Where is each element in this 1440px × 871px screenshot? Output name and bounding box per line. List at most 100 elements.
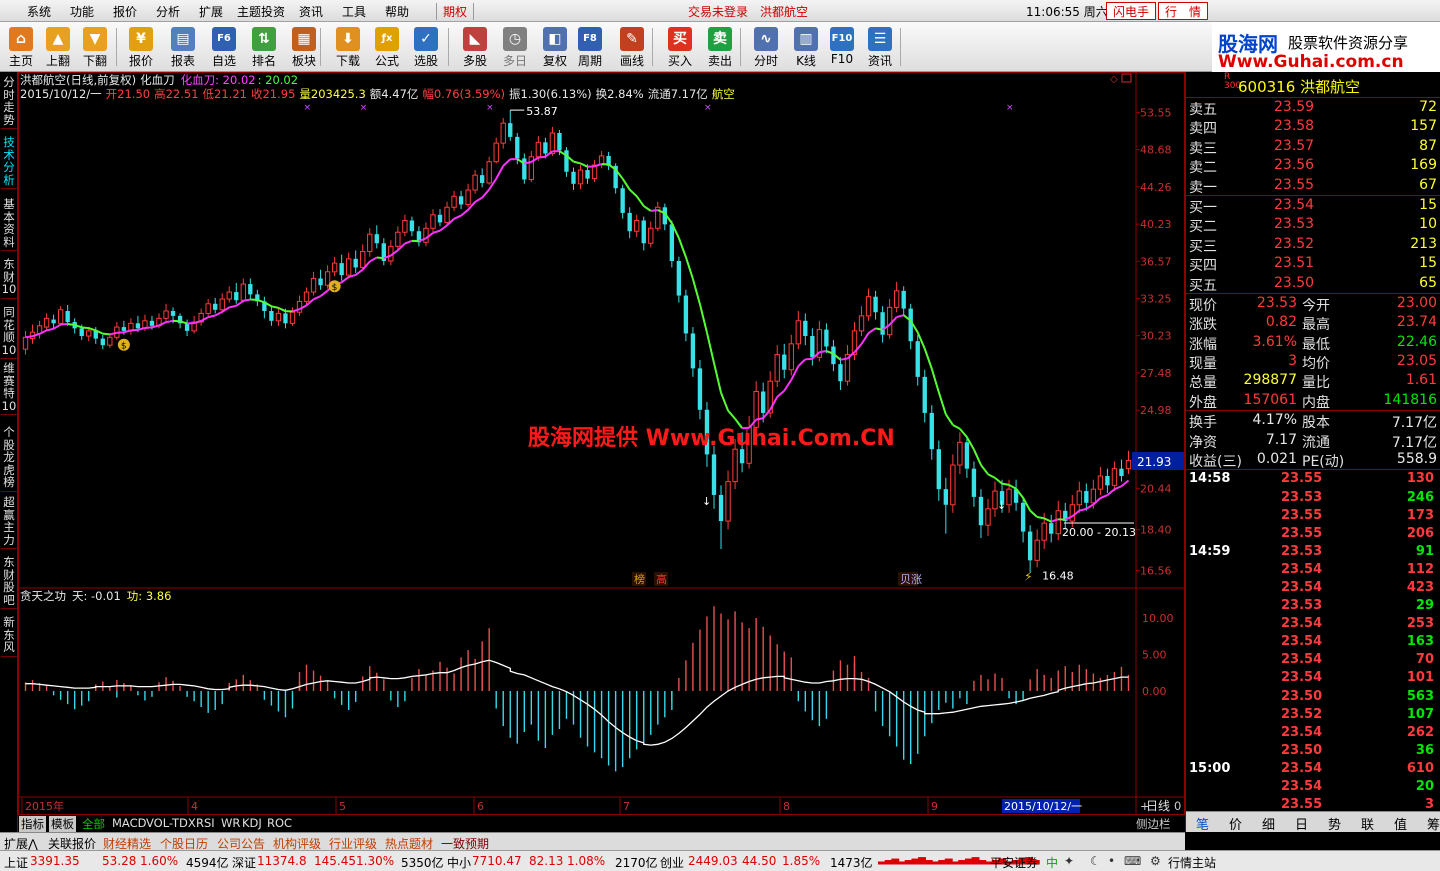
toolbar-multi-day-button[interactable]: ◷ 多日 <box>495 25 535 69</box>
ask-row[interactable]: 卖二 23.56 169 <box>1186 156 1440 176</box>
tick-row[interactable]: 23.54 112 <box>1186 561 1440 579</box>
menu-tools[interactable]: 工具 <box>342 3 366 20</box>
toolbar-sell-button[interactable]: 卖卖出 <box>700 25 740 69</box>
quote-tab-0[interactable]: 笔 <box>1196 814 1209 833</box>
quote-tab-3[interactable]: 日 <box>1295 814 1308 833</box>
menu-extend[interactable]: 扩展 <box>199 3 223 20</box>
tick-row[interactable]: 23.55 206 <box>1186 525 1440 543</box>
tab-kdj[interactable]: KDJ <box>240 816 264 830</box>
toolbar-news-button[interactable]: ☰ 资讯 <box>860 25 900 69</box>
left-tab-3[interactable]: 东财10 <box>1 258 17 299</box>
toolbar-multi-stock-button[interactable]: ◣ 多股 <box>455 25 495 69</box>
tick-row[interactable]: 23.54 423 <box>1186 579 1440 597</box>
bid-row[interactable]: 买一 23.54 15 <box>1186 196 1440 216</box>
tab-wr[interactable]: WR <box>219 816 242 830</box>
flash-trade-button[interactable]: 闪电手 <box>1106 2 1157 20</box>
tab-indicator[interactable]: 指标 <box>19 816 46 832</box>
tab-vol-tdx[interactable]: VOL-TDX <box>144 816 198 830</box>
toolbar-f6-button[interactable]: F6 自选 <box>204 25 244 69</box>
quote-tab-1[interactable]: 价 <box>1229 814 1242 833</box>
tick-row[interactable]: 14:59 23.53 91 <box>1186 543 1440 561</box>
tab-all[interactable]: 全部 <box>80 816 107 832</box>
toolbar-adjust-button[interactable]: ◧ 复权 <box>535 25 575 69</box>
left-tab-1[interactable]: 技术分析 <box>1 136 17 189</box>
menu-futures[interactable]: 期权 <box>436 3 475 20</box>
bid-row[interactable]: 买四 23.51 15 <box>1186 254 1440 274</box>
menu-analysis[interactable]: 分析 <box>156 3 180 20</box>
input-method-icon[interactable]: 中 <box>1046 854 1058 871</box>
settings-icon[interactable]: ⚙ <box>1150 854 1161 868</box>
tick-row[interactable]: 23.50 563 <box>1186 688 1440 706</box>
left-tab-4[interactable]: 同花顺10 <box>1 306 17 359</box>
menu-help[interactable]: 帮助 <box>385 3 409 20</box>
tab-rsi[interactable]: RSI <box>194 816 217 830</box>
toolbar-home-button[interactable]: ⌂ 主页 <box>1 25 41 69</box>
quote-tab-4[interactable]: 势 <box>1328 814 1341 833</box>
left-tab-6[interactable]: 个股龙虎榜 <box>1 426 17 492</box>
zoom-reset-button[interactable]: 0 <box>1172 799 1183 813</box>
left-tab-2[interactable]: 基本资料 <box>1 198 17 251</box>
quote-tab-6[interactable]: 值 <box>1394 814 1407 833</box>
diamond-icon[interactable]: ◇ <box>1110 74 1118 85</box>
toolbar-stock-pick-button[interactable]: ✓ 选股 <box>406 25 446 69</box>
ask-row[interactable]: 卖三 23.57 87 <box>1186 137 1440 157</box>
toolbar-download-button[interactable]: ⬇ 下载 <box>328 25 368 69</box>
tick-row[interactable]: 23.53 246 <box>1186 489 1440 507</box>
tick-row[interactable]: 14:58 23.55 130 <box>1186 470 1440 488</box>
toolbar-intraday-button[interactable]: ∿ 分时 <box>746 25 786 69</box>
quote-tab-5[interactable]: 联 <box>1361 814 1374 833</box>
toolbar-ranking-button[interactable]: ⇅ 排名 <box>244 25 284 69</box>
quote-button[interactable]: 行 情 <box>1158 2 1209 20</box>
menu-theme-invest[interactable]: 主题投资 <box>237 3 285 20</box>
ask-row[interactable]: 卖五 23.59 72 <box>1186 98 1440 118</box>
bid-row[interactable]: 买二 23.53 10 <box>1186 215 1440 235</box>
tab-macd[interactable]: MACD <box>110 816 148 830</box>
toolbar-f8-button[interactable]: F8 周期 <box>570 25 610 69</box>
tick-row[interactable]: 23.54 101 <box>1186 669 1440 687</box>
sidebar-toggle[interactable]: 侧边栏 <box>1134 816 1173 832</box>
ask-row[interactable]: 卖一 23.55 67 <box>1186 176 1440 196</box>
menu-function[interactable]: 功能 <box>70 3 94 20</box>
toolbar-draw-line-button[interactable]: ✎ 画线 <box>612 25 652 69</box>
tab-template[interactable]: 模板 <box>49 816 76 832</box>
tick-row[interactable]: 23.52 107 <box>1186 706 1440 724</box>
zoom-out-button[interactable]: - <box>1156 799 1164 813</box>
toolbar-kline-button[interactable]: ▥ K线 <box>786 25 826 69</box>
tick-row[interactable]: 23.54 20 <box>1186 778 1440 796</box>
quote-tab-7[interactable]: 筹 <box>1427 814 1440 833</box>
toolbar-f10-button[interactable]: F10 F10 <box>822 25 862 69</box>
left-tab-0[interactable]: 分时走势 <box>1 76 17 129</box>
tick-list[interactable]: 14:58 23.55 130 23.53 246 23.55 173 23.55 206 14:… <box>1186 470 1440 832</box>
toolbar-sector-button[interactable]: ▦ 板块 <box>284 25 324 69</box>
tick-row[interactable]: 23.54 253 <box>1186 615 1440 633</box>
left-tab-9[interactable]: 新东风 <box>1 616 17 657</box>
menu-quote[interactable]: 报价 <box>113 3 137 20</box>
toolbar-buy-button[interactable]: 买买入 <box>660 25 700 69</box>
toolbar-formula-button[interactable]: ƒx 公式 <box>367 25 407 69</box>
left-tab-5[interactable]: 维赛特10 <box>1 362 17 415</box>
kline-chart-area[interactable]: 53.55 48.68 44.26 40.23 36.57 33.25 30.23 27.48… <box>18 72 1185 832</box>
zoom-in-button[interactable]: + <box>1138 799 1152 813</box>
tick-row[interactable]: 23.54 163 <box>1186 633 1440 651</box>
tick-row[interactable]: 23.54 70 <box>1186 651 1440 669</box>
toolbar-arrow-up-button[interactable]: ▲ 上翻 <box>38 25 78 69</box>
maximize-icon[interactable] <box>1121 73 1132 83</box>
moon-icon[interactable]: ☾ <box>1090 854 1101 868</box>
bid-row[interactable]: 买三 23.52 213 <box>1186 235 1440 255</box>
left-tab-8[interactable]: 东财股吧 <box>1 556 17 609</box>
star-icon[interactable]: ✦ <box>1064 854 1074 868</box>
bid-row[interactable]: 买五 23.50 65 <box>1186 274 1440 294</box>
ask-row[interactable]: 卖四 23.58 157 <box>1186 117 1440 137</box>
tick-row[interactable]: 23.54 262 <box>1186 724 1440 742</box>
tick-row[interactable]: 15:00 23.54 610 <box>1186 760 1440 778</box>
toolbar-report-button[interactable]: ▤ 报表 <box>163 25 203 69</box>
menu-news[interactable]: 资讯 <box>299 3 323 20</box>
left-tab-7[interactable]: 超赢主力 <box>1 496 17 549</box>
menu-system[interactable]: 系统 <box>27 3 51 20</box>
keyboard-icon[interactable]: ⌨ <box>1124 854 1141 868</box>
toolbar-arrow-down-button[interactable]: ▼ 下翻 <box>75 25 115 69</box>
toolbar-yuan-button[interactable]: ¥ 报价 <box>121 25 161 69</box>
tab-roc[interactable]: ROC <box>265 816 294 830</box>
tick-row[interactable]: 23.50 36 <box>1186 742 1440 760</box>
dot-icon[interactable]: • <box>1108 854 1115 868</box>
